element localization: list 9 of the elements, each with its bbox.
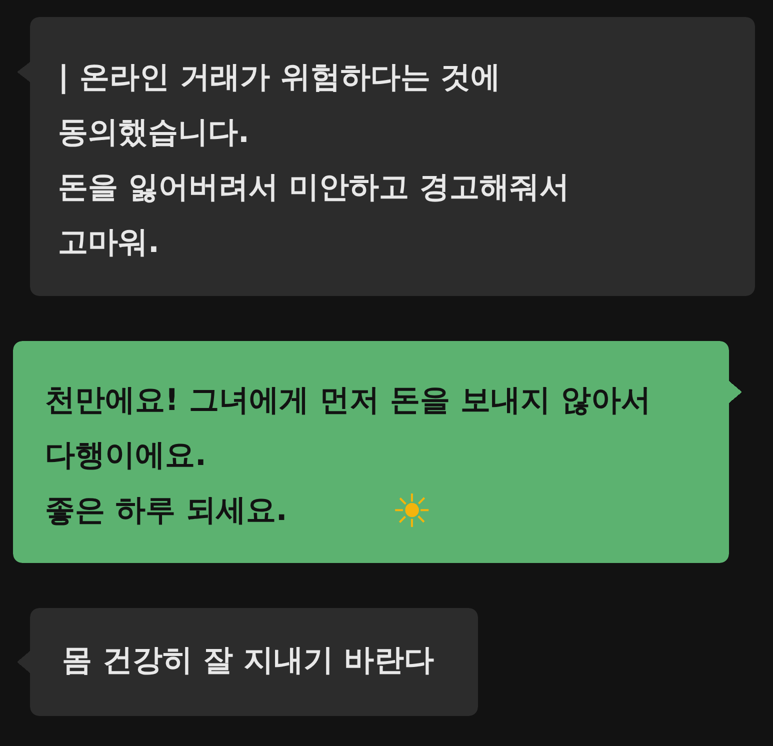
message-text: 고마워. xyxy=(58,224,160,262)
sun-icon: ☀ xyxy=(391,486,433,534)
message-text: 천만에요! 그녀에게 먼저 돈을 보내지 않아서 xyxy=(45,382,651,420)
message-text: 동의했습니다. xyxy=(58,114,250,152)
message-text: | 온라인 거래가 위험하다는 것에 xyxy=(58,59,501,97)
message-text: 몸 건강히 잘 지내기 바란다 xyxy=(62,642,434,680)
message-text: 다행이에요. xyxy=(45,437,206,475)
message-text: 좋은 하루 되세요. xyxy=(45,492,288,530)
message-text: 돈을 잃어버려서 미안하고 경고해줘서 xyxy=(58,169,570,207)
